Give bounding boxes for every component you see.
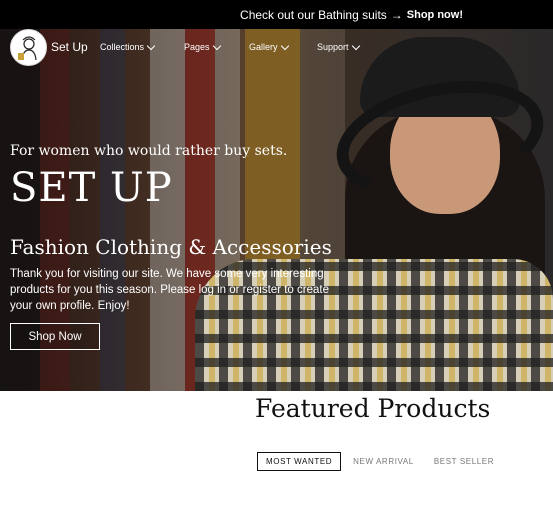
chevron-down-icon <box>280 41 289 50</box>
announcement-bar: Check out our Bathing suits → Shop now! <box>0 0 553 29</box>
shop-now-button[interactable]: Shop Now <box>10 323 100 350</box>
nav-collections-label: Collections <box>100 42 145 52</box>
chevron-down-icon <box>351 41 360 50</box>
nav-gallery-label: Gallery <box>249 42 278 52</box>
chevron-down-icon <box>146 41 156 50</box>
main-nav: Set Up Collections Pages Gallery Support <box>0 29 553 66</box>
nav-support-label: Support <box>317 42 349 52</box>
chevron-down-icon <box>212 41 221 50</box>
logo-illustration-icon <box>17 35 37 60</box>
nav-gallery[interactable]: Gallery <box>249 41 289 52</box>
arrow-right-icon: → <box>390 7 403 22</box>
hero-tagline: For women who would rather buy sets. <box>10 143 288 159</box>
hero-title: SET UP <box>10 165 173 211</box>
logo[interactable] <box>10 29 47 66</box>
product-tabs: MOST WANTED NEW ARRIVAL BEST SELLER <box>257 452 506 471</box>
nav-pages[interactable]: Pages <box>184 41 221 52</box>
featured-section: Featured Products MOST WANTED NEW ARRIVA… <box>10 391 553 510</box>
tab-best-seller[interactable]: BEST SELLER <box>426 453 502 470</box>
nav-support[interactable]: Support <box>317 41 360 52</box>
hero-description: Thank you for visiting our site. We have… <box>10 268 329 312</box>
featured-title: Featured Products <box>255 394 491 423</box>
tab-new-arrival[interactable]: NEW ARRIVAL <box>345 453 422 470</box>
announcement-text: Check out our Bathing suits <box>240 7 387 22</box>
brand-name[interactable]: Set Up <box>51 40 88 54</box>
nav-pages-label: Pages <box>184 42 210 52</box>
shop-now-link[interactable]: Shop now! <box>407 9 463 21</box>
nav-collections[interactable]: Collections <box>100 41 156 52</box>
hero-subtitle: Fashion Clothing & Accessories <box>10 235 332 259</box>
tab-most-wanted[interactable]: MOST WANTED <box>257 452 342 471</box>
